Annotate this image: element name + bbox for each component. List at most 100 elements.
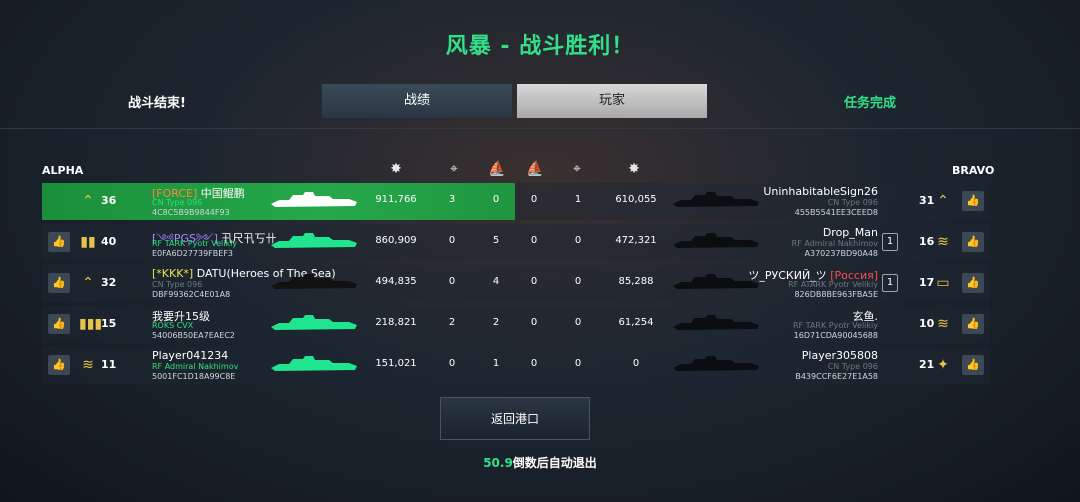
ship-silhouette bbox=[268, 272, 360, 296]
score-value: 218,821 bbox=[375, 317, 417, 328]
player-name-text: Player305808 bbox=[801, 349, 878, 362]
rank-icon: ▮▮▮ bbox=[79, 316, 103, 332]
player-level: 36 bbox=[101, 194, 117, 207]
team-bravo-label: BRAVO bbox=[952, 164, 995, 177]
crosshair-icon: ⌖ bbox=[573, 161, 581, 177]
return-to-port-button[interactable]: 返回港口 bbox=[440, 397, 590, 440]
player-name: Player305808 bbox=[802, 349, 878, 362]
ship-name: RF TARK Pyotr Velikiy bbox=[792, 321, 878, 330]
ship-silhouette bbox=[268, 354, 360, 378]
score-value: 472,321 bbox=[615, 235, 657, 246]
player-level: 17 bbox=[919, 276, 935, 289]
ship-name: RF Admiral Nakhimov bbox=[791, 239, 878, 248]
like-button[interactable]: 👍 bbox=[48, 314, 70, 334]
crosshair-icon: ⌖ bbox=[450, 161, 458, 177]
player-id: 4C8C5B9B9844F93 bbox=[152, 208, 230, 217]
assist-icon: ⛵ bbox=[488, 161, 506, 177]
rank-icon: ≋ bbox=[82, 357, 94, 373]
like-button[interactable]: 👍 bbox=[48, 355, 70, 375]
party-number: 1 bbox=[882, 274, 898, 292]
player-level: 32 bbox=[101, 276, 117, 289]
assists-value: 0 bbox=[574, 317, 582, 328]
player-id: E0FA6D27739FBEF3 bbox=[152, 249, 234, 258]
player-id: 826DB8BE963FBA5E bbox=[794, 290, 878, 299]
player-id: 16D71CDA90045688 bbox=[793, 331, 878, 340]
table-row: ⌃ 36 [FORCE] 中国鲲鹏 CN Type 096 4C8C5B9B9844F9… bbox=[42, 183, 990, 220]
player-name: Player041234 bbox=[152, 349, 228, 362]
player-level: 11 bbox=[101, 358, 117, 371]
like-button[interactable]: 👍 bbox=[962, 314, 984, 334]
player-id: A370237BD90A48 bbox=[804, 249, 879, 258]
team-alpha-label: ALPHA bbox=[42, 164, 84, 177]
ship-name: RF TARK Pyotr Velikiy bbox=[152, 239, 238, 248]
rank-icon: ✦ bbox=[937, 357, 949, 373]
table-row: 👍 ⌃ 32 [*KKK*] DATU(Heroes of The Sea) CN Ty… bbox=[42, 265, 990, 302]
assists-value: 0 bbox=[574, 276, 582, 287]
player-id: 455B5541EE3CEED8 bbox=[794, 208, 878, 217]
player-id: 54006B50EA7EAEC2 bbox=[152, 331, 235, 340]
assists-value: 0 bbox=[574, 358, 582, 369]
player-name-text: Drop_Man bbox=[822, 226, 878, 239]
rank-icon: ⌃ bbox=[82, 193, 94, 209]
assists-value: 0 bbox=[574, 235, 582, 246]
divider bbox=[0, 128, 1080, 129]
ship-silhouette bbox=[268, 231, 360, 255]
ship-silhouette bbox=[670, 354, 762, 378]
rank-icon: ≋ bbox=[937, 316, 949, 332]
player-level: 15 bbox=[101, 317, 117, 330]
ship-name: CN Type 096 bbox=[152, 280, 203, 289]
player-name-text: UninhabitableSign26 bbox=[763, 185, 878, 198]
assists-value: 1 bbox=[574, 194, 582, 205]
like-button[interactable]: 👍 bbox=[962, 191, 984, 211]
score-value: 85,288 bbox=[618, 276, 654, 287]
ship-silhouette bbox=[670, 190, 762, 214]
ship-silhouette bbox=[670, 313, 762, 337]
clan-tag: [*KKK*] bbox=[152, 267, 194, 280]
player-level: 10 bbox=[919, 317, 935, 330]
score-value: 61,254 bbox=[618, 317, 654, 328]
like-button[interactable]: 👍 bbox=[48, 232, 70, 252]
score-icon: ✸ bbox=[390, 161, 402, 177]
score-value: 151,021 bbox=[375, 358, 417, 369]
score-value: 911,766 bbox=[375, 194, 417, 205]
ship-name: ROKS CVX bbox=[152, 321, 194, 330]
ship-name: CN Type 096 bbox=[827, 198, 878, 207]
table-row: 👍 ≋ 11 Player041234 RF Admiral Nakhimov 5001F… bbox=[42, 347, 990, 384]
ship-name: CN Type 096 bbox=[827, 362, 878, 371]
battle-over-label: 战斗结束! bbox=[128, 96, 186, 111]
rank-icon: ▮▮ bbox=[80, 234, 96, 250]
player-id: 5001FC1D18A99C8E bbox=[152, 372, 236, 381]
rank-icon: ▭ bbox=[936, 275, 950, 291]
ship-silhouette bbox=[268, 313, 360, 337]
like-button[interactable]: 👍 bbox=[962, 232, 984, 252]
like-button[interactable]: 👍 bbox=[962, 355, 984, 375]
player-name-text: Player041234 bbox=[152, 349, 229, 362]
player-level: 16 bbox=[919, 235, 935, 248]
countdown-text: 倒数后自动退出 bbox=[512, 456, 597, 470]
player-level: 40 bbox=[101, 235, 117, 248]
player-name: Drop_Man bbox=[823, 226, 878, 239]
table-row: 👍 ▮▮▮ 15 我要升15级 ROKS CVX 54006B50EA7EAEC2 218,… bbox=[42, 306, 990, 343]
page-title: 风暴 - 战斗胜利！ bbox=[445, 34, 635, 59]
tab-players[interactable]: 玩家 bbox=[517, 84, 707, 118]
ship-name: CN Type 096 bbox=[152, 198, 203, 207]
player-id: DBF99362C4E01A8 bbox=[152, 290, 231, 299]
ship-silhouette bbox=[268, 190, 360, 214]
ship-name: RF Admiral Nakhimov bbox=[152, 362, 239, 371]
ship-silhouette bbox=[670, 231, 762, 255]
player-name: UninhabitableSign26 bbox=[763, 185, 878, 198]
rank-icon: ⌃ bbox=[82, 275, 94, 291]
score-value: 860,909 bbox=[375, 235, 417, 246]
ship-name: RF ATARK Pyotr Velikiy bbox=[788, 280, 878, 289]
countdown-seconds: 50.9 bbox=[483, 456, 513, 470]
table-row: 👍 ▮▮ 40 [༺PGS༻] 卂尺卂丂卄 RF TARK Pyotr Velikiy E… bbox=[42, 224, 990, 261]
rank-icon: ⌃ bbox=[937, 193, 949, 209]
score-icon: ✸ bbox=[628, 161, 640, 177]
player-name-text: 中国鲲鹏 bbox=[200, 187, 245, 200]
like-button[interactable]: 👍 bbox=[962, 273, 984, 293]
tab-record[interactable]: 战绩 bbox=[322, 84, 512, 118]
score-value: 610,055 bbox=[615, 194, 657, 205]
mission-complete-label: 任务完成 bbox=[844, 96, 897, 111]
score-value: 0 bbox=[632, 358, 640, 369]
like-button[interactable]: 👍 bbox=[48, 273, 70, 293]
